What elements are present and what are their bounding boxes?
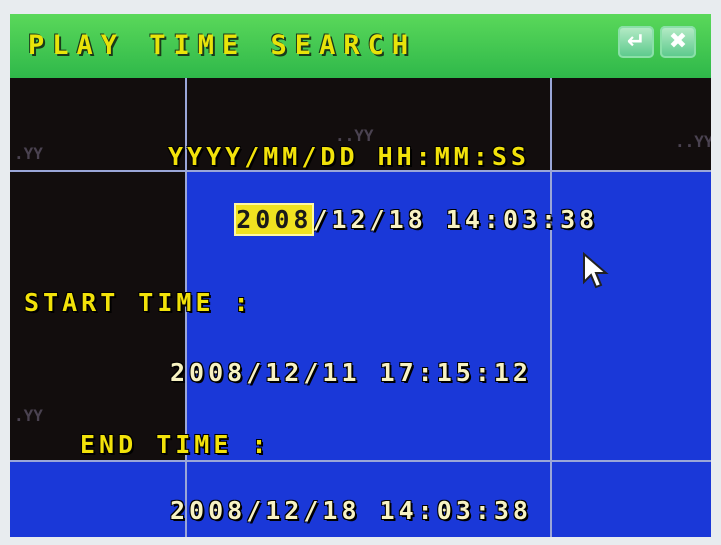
- current-time-input[interactable]: 2008/12/18 14:03:38: [160, 176, 598, 263]
- date-format-header: YYYY/MM/DD HH:MM:SS: [168, 142, 530, 171]
- start-time-label: START TIME :: [24, 288, 253, 317]
- video-pane-top-right: [550, 78, 711, 170]
- mouse-pointer-icon: [583, 252, 609, 289]
- faint-overlay-text: .YY: [14, 144, 43, 163]
- title-bar: PLAY TIME SEARCH ↵ ✖: [10, 14, 711, 78]
- end-time-label: END TIME :: [80, 430, 271, 459]
- video-pane-left: [10, 78, 185, 460]
- grid-divider: [550, 78, 552, 537]
- close-button[interactable]: ✖: [660, 26, 696, 58]
- current-time-rest[interactable]: /12/18 14:03:38: [312, 205, 598, 234]
- faint-overlay-text: ..YY: [675, 132, 711, 151]
- window-title: PLAY TIME SEARCH: [28, 30, 417, 61]
- end-time-value[interactable]: 2008/12/18 14:03:38: [170, 496, 532, 525]
- year-field-selected[interactable]: 2008: [234, 203, 315, 236]
- osd-screen: .YY ..YY ..YY .YY PLAY TIME SEARCH ↵ ✖ Y…: [10, 14, 711, 537]
- grid-divider: [10, 460, 711, 462]
- return-icon: ↵: [626, 29, 646, 54]
- faint-overlay-text: .YY: [14, 406, 43, 425]
- close-icon: ✖: [668, 29, 688, 54]
- start-time-value[interactable]: 2008/12/11 17:15:12: [170, 358, 532, 387]
- back-button[interactable]: ↵: [618, 26, 654, 58]
